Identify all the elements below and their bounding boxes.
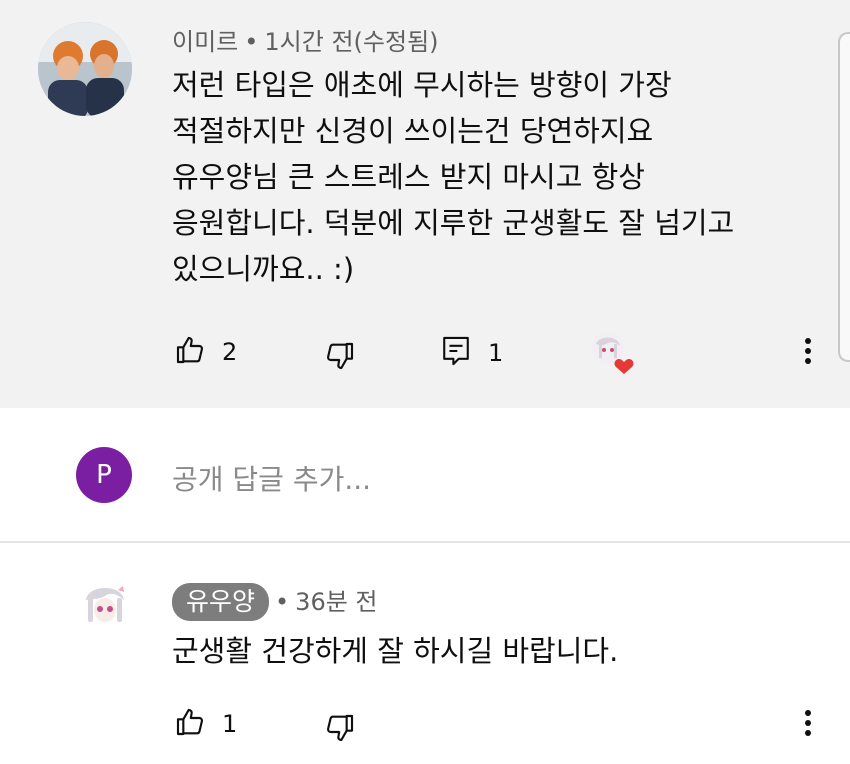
like-button[interactable]: 2 [174,334,237,370]
reply-input[interactable]: 공개 답글 추가... [172,458,371,498]
thumbs-down-icon [324,340,356,376]
timestamp: 1시간 전(수정됨) [264,28,439,56]
reply-like-count: 1 [222,710,238,738]
reply-avatar[interactable] [78,578,132,632]
reply-like-button[interactable]: 1 [174,706,237,742]
thumbs-up-icon [174,334,206,370]
user-avatar: P [76,447,132,503]
author-name[interactable]: 이미르 [172,28,238,56]
reply-text: 군생활 건강하게 잘 하시길 바랍니다. [172,634,619,668]
creator-badge[interactable]: 유우양 [172,583,270,621]
avatar[interactable] [38,22,132,116]
divider [0,541,850,543]
reply-count: 1 [488,339,504,367]
thumbs-down-icon [324,712,356,748]
reply-more-options-button[interactable] [796,708,820,738]
reply-count-button[interactable]: 1 [440,334,503,372]
thumbs-up-icon [174,706,206,742]
comment-meta: 이미르 • 1시간 전(수정됨) [172,28,439,56]
comment-icon [440,334,472,372]
reply-timestamp: 36분 전 [295,588,378,616]
dislike-button[interactable] [324,340,356,376]
reply-dislike-button[interactable] [324,712,356,748]
reply-meta: 유우양 • 36분 전 [172,582,378,621]
heart-icon [614,359,634,374]
more-options-button[interactable] [796,336,820,366]
comment-text: 저런 타입은 애초에 무시하는 방향이 가장 적절하지만 신경이 쓰이는건 당연… [172,68,735,286]
creator-heart [590,330,634,374]
like-count: 2 [222,338,238,366]
scrollbar[interactable] [838,32,850,362]
